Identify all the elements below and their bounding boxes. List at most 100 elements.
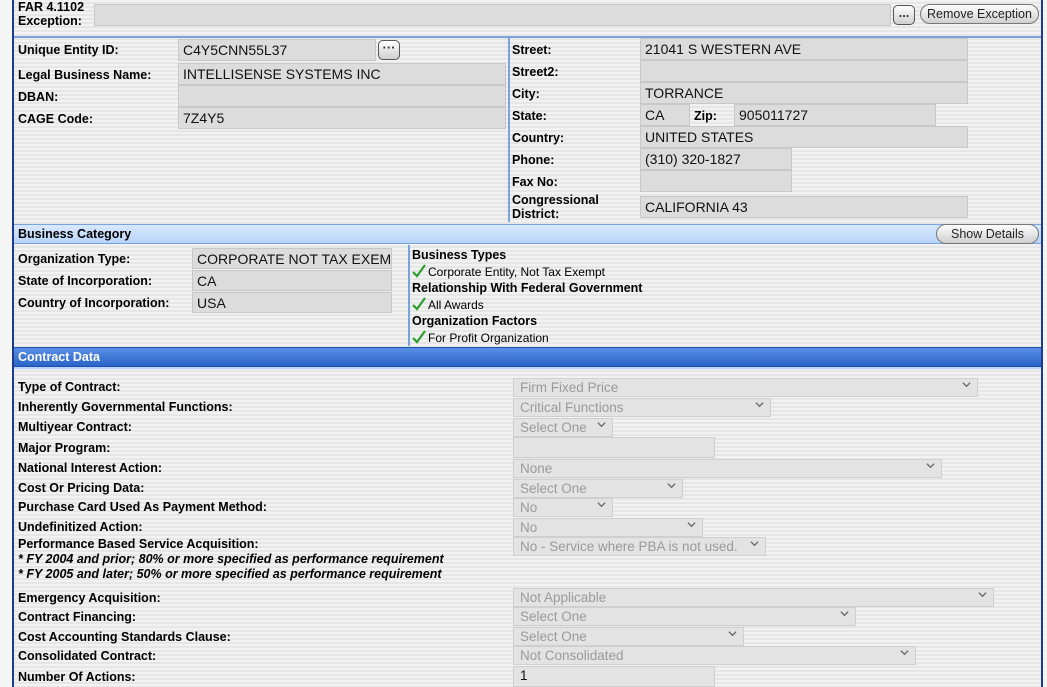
pba-value: No - Service where PBA is not used.: [520, 539, 738, 554]
contract-financing-label: Contract Financing:: [18, 610, 137, 624]
business-types-title: Business Types: [412, 248, 507, 262]
multiyear-value: Select One: [520, 420, 587, 435]
contract-financing-value: Select One: [520, 609, 587, 624]
check-icon: [412, 264, 426, 278]
chevron-down-icon: [597, 502, 606, 508]
org-factors-item: For Profit Organization: [412, 330, 549, 345]
purchase-card-label: Purchase Card Used As Payment Method:: [18, 500, 267, 514]
country-inc-label: Country of Incorporation:: [18, 296, 170, 310]
business-category-header: Business Category: [14, 224, 1041, 244]
zip-field: 905011727: [734, 104, 936, 126]
cong-label-line1: Congressional: [512, 193, 599, 207]
show-details-button[interactable]: Show Details: [936, 224, 1039, 244]
number-actions-label: Number Of Actions:: [18, 670, 136, 684]
type-of-contract-value: Firm Fixed Price: [520, 380, 619, 395]
dban-field: [178, 85, 506, 107]
uei-lookup-button[interactable]: ···: [378, 40, 400, 60]
check-icon: [412, 297, 426, 311]
emergency-acq-select[interactable]: Not Applicable: [513, 588, 994, 607]
inherently-gov-value: Critical Functions: [520, 400, 624, 415]
cost-pricing-value: Select One: [520, 481, 587, 496]
state-inc-field: CA: [192, 270, 392, 291]
far-lookup-button[interactable]: ...: [893, 5, 915, 25]
city-field: TORRANCE: [640, 82, 968, 104]
org-type-label: Organization Type:: [18, 252, 131, 266]
street2-label: Street2:: [512, 65, 559, 79]
chevron-down-icon: [750, 541, 759, 547]
type-of-contract-select[interactable]: Firm Fixed Price: [513, 378, 978, 397]
uei-label: Unique Entity ID:: [18, 43, 119, 57]
country-field: UNITED STATES: [640, 126, 968, 148]
dban-label: DBAN:: [18, 90, 59, 104]
chevron-down-icon: [900, 650, 909, 656]
pba-select[interactable]: No - Service where PBA is not used.: [513, 537, 766, 556]
phone-field: (310) 320-1827: [640, 148, 792, 170]
cas-clause-select[interactable]: Select One: [513, 627, 744, 646]
inherently-gov-select[interactable]: Critical Functions: [513, 398, 771, 417]
cost-pricing-label: Cost Or Pricing Data:: [18, 481, 145, 495]
cost-pricing-select[interactable]: Select One: [513, 479, 683, 498]
inherently-gov-label: Inherently Governmental Functions:: [18, 400, 233, 414]
state-inc-label: State of Incorporation:: [18, 274, 153, 288]
chevron-down-icon: [840, 611, 849, 617]
chevron-down-icon: [978, 592, 987, 598]
undefinitized-select[interactable]: No: [513, 518, 703, 537]
number-actions-input[interactable]: 1: [513, 666, 715, 687]
chevron-down-icon: [755, 402, 764, 408]
street-field: 21041 S WESTERN AVE: [640, 38, 968, 60]
uei-field: C4Y5CNN55L37: [178, 39, 376, 61]
contract-data-title: Contract Data: [18, 350, 100, 364]
legal-name-label: Legal Business Name:: [18, 68, 152, 82]
relationship-text: All Awards: [428, 298, 484, 312]
consolidated-label: Consolidated Contract:: [18, 649, 157, 663]
street2-field: [640, 60, 968, 82]
national-interest-value: None: [520, 461, 553, 476]
far-label-line1: FAR 4.1102: [18, 0, 85, 14]
chevron-down-icon: [962, 382, 971, 388]
contract-data-header: Contract Data: [14, 347, 1041, 367]
national-interest-select[interactable]: None: [513, 459, 942, 478]
chevron-down-icon: [597, 422, 606, 428]
far-label-line2: Exception:: [18, 14, 82, 28]
fax-label: Fax No:: [512, 175, 558, 189]
multiyear-select[interactable]: Select One: [513, 418, 613, 437]
emergency-acq-value: Not Applicable: [520, 590, 607, 605]
zip-label: Zip:: [694, 109, 717, 123]
chevron-down-icon: [667, 483, 676, 489]
country-inc-field: USA: [192, 292, 392, 313]
business-types-item: Corporate Entity, Not Tax Exempt: [412, 264, 605, 279]
chevron-down-icon: [687, 522, 696, 528]
cas-clause-value: Select One: [520, 629, 587, 644]
far-exception-label: FAR 4.1102 Exception:: [18, 0, 84, 28]
relationship-item: All Awards: [412, 297, 484, 312]
relationship-title: Relationship With Federal Government: [412, 281, 643, 295]
cage-field: 7Z4Y5: [178, 107, 506, 129]
phone-label: Phone:: [512, 153, 555, 167]
chevron-down-icon: [728, 631, 737, 637]
congressional-label: Congressional District:: [512, 193, 599, 221]
divider-contract: [14, 367, 1041, 369]
cas-clause-label: Cost Accounting Standards Clause:: [18, 630, 231, 644]
country-label: Country:: [512, 131, 565, 145]
pba-note-1: * FY 2004 and prior; 80% or more specifi…: [18, 552, 444, 566]
major-program-input[interactable]: [513, 437, 715, 458]
congressional-field: CALIFORNIA 43: [640, 196, 968, 218]
divider-vendor: [508, 37, 510, 222]
city-label: City:: [512, 87, 540, 101]
far-exception-field[interactable]: [94, 4, 891, 26]
state-field: CA: [640, 104, 690, 126]
undefinitized-value: No: [520, 520, 538, 535]
purchase-card-value: No: [520, 500, 538, 515]
consolidated-select[interactable]: Not Consolidated: [513, 646, 916, 665]
emergency-acq-label: Emergency Acquisition:: [18, 591, 161, 605]
street-label: Street:: [512, 43, 552, 57]
purchase-card-select[interactable]: No: [513, 498, 613, 517]
main-frame: FAR 4.1102 Exception: ... Remove Excepti…: [12, 0, 1043, 687]
contract-financing-select[interactable]: Select One: [513, 607, 856, 626]
chevron-down-icon: [926, 463, 935, 469]
cong-label-line2: District:: [512, 207, 560, 221]
remove-exception-button[interactable]: Remove Exception: [920, 4, 1039, 24]
pba-note-2: * FY 2005 and later; 50% or more specifi…: [18, 567, 442, 581]
state-label: State:: [512, 109, 547, 123]
cage-label: CAGE Code:: [18, 112, 93, 126]
